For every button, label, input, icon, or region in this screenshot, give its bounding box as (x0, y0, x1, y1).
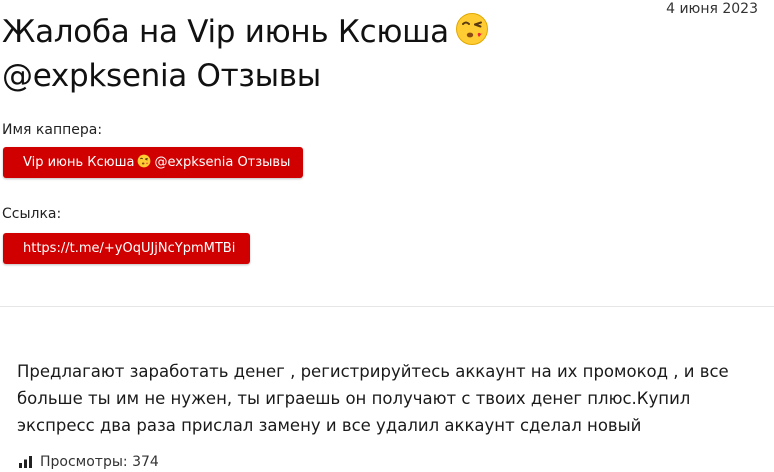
capper-name-label: Имя каппера: (2, 122, 103, 138)
capper-name-text: Vip июнь Ксюша (23, 155, 135, 170)
page-title: Жалоба на Vip июнь Ксюша @expksenia Отзы… (2, 10, 662, 98)
review-page: 4 июня 2023 Жалоба на Vip июнь Ксюша @ex… (0, 0, 774, 472)
telegram-link-button[interactable]: https://t.me/+yOqUJjNcYpmMTBi (3, 233, 250, 264)
capper-name-button[interactable]: Vip июнь Ксюша @expksenia Отзывы (3, 147, 303, 178)
title-text: Жалоба на Vip июнь Ксюша (2, 14, 449, 50)
views-label: Просмотры: 374 (40, 454, 159, 470)
face-blowing-kiss-icon (138, 154, 151, 168)
views-counter: Просмотры: 374 (19, 452, 159, 472)
face-blowing-kiss-icon (455, 13, 488, 45)
capper-handle-text: @expksenia Отзывы (154, 155, 291, 170)
review-text: Предлагают заработать денег , регистриру… (17, 362, 729, 435)
title-handle: @expksenia Отзывы (2, 58, 321, 94)
link-label: Ссылка: (2, 206, 62, 222)
bar-chart-icon (19, 456, 32, 468)
section-divider (0, 306, 774, 307)
post-date: 4 июня 2023 (666, 1, 758, 17)
